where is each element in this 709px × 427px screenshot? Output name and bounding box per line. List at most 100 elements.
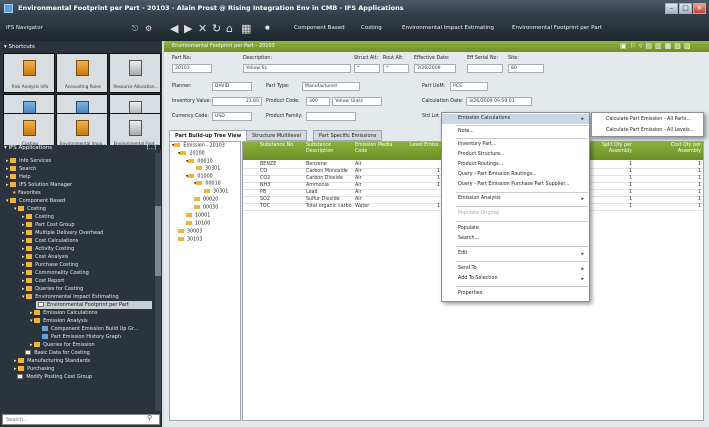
tree-node[interactable]: ▾ 20100 <box>178 151 205 158</box>
navigator-pin-icon[interactable]: ⎋ <box>132 22 138 36</box>
navigator-search-input[interactable]: Search... <box>2 414 160 425</box>
menu-item-query-purchase-supplier[interactable]: Query - Part Emission Purchase Part Supp… <box>442 180 589 190</box>
tree-node[interactable]: 30103 <box>178 237 202 244</box>
tree-node-root[interactable]: ▾ Emission - 20103 <box>172 143 225 150</box>
navigator-settings-icon[interactable]: ⚙ <box>145 22 152 36</box>
nav-item-info-services[interactable]: ▸ Info Services <box>6 157 51 165</box>
tab-part-buildup-tree[interactable]: Part Build-up Tree View <box>169 130 248 141</box>
grid-cell-desc[interactable]: Ammonia <box>306 182 352 189</box>
grid-cell-split[interactable]: 1 <box>592 196 632 203</box>
nav-item-favorites[interactable]: ★ Favorites <box>12 189 41 197</box>
description-field[interactable]: Yellow SL <box>243 64 351 73</box>
grid-cell-media[interactable]: Water <box>355 203 395 210</box>
grid-cell-desc[interactable]: Sulfur Dioxide <box>306 196 352 203</box>
grid-cell-cost[interactable]: 1 <box>655 182 701 189</box>
nav-item-environmental-impact[interactable]: ▾ Environmental Impact Estimating <box>22 293 119 301</box>
nav-item-component-based[interactable]: ▾ Component Based <box>6 197 65 205</box>
nav-item-component-emission[interactable]: Component Emission Build Up Gr... <box>42 325 138 333</box>
shortcut-resource-allocation[interactable]: Resource Allocation... <box>109 53 161 93</box>
grid-cell-cost[interactable]: 1 <box>655 161 701 168</box>
col-header-media-code[interactable]: Emission Media Code <box>355 143 397 155</box>
menu-item-inventory-part[interactable]: Inventory Part... <box>442 140 589 150</box>
nav-item-purchase-costing[interactable]: ▸ Purchase Costing <box>22 261 78 269</box>
nav-item-multiple-delivery[interactable]: ▸ Multiple Delivery Overhead <box>22 229 103 237</box>
nav-item-cost-calculations[interactable]: ▸ Cost Calculations <box>22 237 78 245</box>
grid-cell-cost[interactable]: 1 <box>655 196 701 203</box>
nav-item-manufacturing-standards[interactable]: ▸ Manufacturing Standards <box>14 357 90 365</box>
grid-cell-no[interactable]: NH3 <box>260 182 300 189</box>
grid-cell-no[interactable]: TOC <box>260 203 300 210</box>
search-icon[interactable]: ⚲ <box>147 414 152 422</box>
nav-item-purchasing[interactable]: ▸ Purchasing <box>14 365 54 373</box>
grid-cell-media[interactable]: Air <box>355 182 395 189</box>
grid-cell-split[interactable]: 1 <box>592 161 632 168</box>
col-header-cost-qty[interactable]: Cost Qty per Assembly <box>655 143 701 155</box>
col-header-level-emission[interactable]: Level Emiss... <box>410 143 443 149</box>
nav-item-cost-report[interactable]: ▸ Cost Report <box>22 277 64 285</box>
inventory-value-field[interactable]: 23.60 <box>212 97 262 106</box>
col-header-split-qty[interactable]: Split Qty per Assembly <box>592 143 632 155</box>
grid-icon[interactable]: ▦ <box>241 22 251 36</box>
grid-cell-media[interactable]: Air <box>355 196 395 203</box>
grid-cell-no[interactable]: CO <box>260 168 300 175</box>
tree-node[interactable]: ▾ 00010 <box>186 159 213 166</box>
nav-item-part-cost-group[interactable]: ▸ Part Cost Group <box>22 221 75 229</box>
nav-item-activity-costing[interactable]: ▸ Activity Costing <box>22 245 74 253</box>
nav-item-emission-analysis[interactable]: ▾ Emission Analysis <box>30 317 88 325</box>
grid-cell-cost[interactable]: 1 <box>655 168 701 175</box>
grid-cell-split[interactable]: 1 <box>592 175 632 182</box>
tab-environmental-footprint[interactable]: Environmental Footprint per Part <box>512 25 602 31</box>
menu-item-send-to[interactable]: Send To ▸ <box>442 264 589 274</box>
site-field[interactable]: 80 <box>508 64 544 73</box>
grid-cell-split[interactable]: 1 <box>592 189 632 196</box>
grid-cell-media[interactable]: Air <box>355 161 395 168</box>
tree-node[interactable]: 30301 <box>204 189 228 196</box>
product-code-field[interactable]: 300 <box>306 97 330 106</box>
shortcut-environmental-impact[interactable]: Environmental Impa... <box>56 113 108 149</box>
menu-item-note[interactable]: Note... <box>442 127 589 137</box>
nav-item-queries-emission[interactable]: ▸ Queries for Emission <box>30 341 95 349</box>
grid-cell-no[interactable]: SO2 <box>260 196 300 203</box>
grid-cell-media[interactable]: Air <box>355 175 395 182</box>
menu-item-add-to-selection[interactable]: Add To Selection ▸ <box>442 274 589 284</box>
grid-cell-desc[interactable]: Total organic carbo <box>306 203 352 210</box>
menu-item-properties[interactable]: Properties <box>442 289 589 299</box>
menu-item-calc-all-parts[interactable]: Calculate Part Emission - All Parts... <box>592 114 703 125</box>
grid-cell-desc[interactable]: Carbon Dioxide <box>306 175 352 182</box>
col-header-substance-no[interactable]: Substance No. <box>260 143 295 149</box>
close-window-button[interactable]: × <box>693 3 706 14</box>
menu-item-edit[interactable]: Edit ▸ <box>442 249 589 259</box>
minimize-button[interactable]: – <box>665 3 678 14</box>
rout-alt-field[interactable]: * <box>383 64 409 73</box>
forward-icon[interactable]: ▶ <box>184 22 192 36</box>
home-icon[interactable]: ⌂ <box>226 22 233 36</box>
tab-component-based[interactable]: Component Based <box>294 25 345 31</box>
grid-cell-desc[interactable]: Carbon Monoxide <box>306 168 352 175</box>
nav-item-help[interactable]: ▸ Help <box>6 173 31 181</box>
shortcut-costing[interactable]: Costing <box>3 113 55 149</box>
tree-node[interactable]: 30003 <box>178 229 202 236</box>
shortcut-accounting-rules[interactable]: Accounting Rules <box>56 53 108 93</box>
tab-structure-multilevel[interactable]: Structure Multilevel <box>246 130 307 141</box>
nav-item-costing[interactable]: ▾ Costing <box>14 205 46 213</box>
part-type-field[interactable]: Manufactured <box>302 82 360 91</box>
effective-date-field[interactable]: 3/26/2009 <box>414 64 456 73</box>
grid-cell-split[interactable]: 1 <box>592 203 632 210</box>
grid-cell-split[interactable]: 1 <box>592 182 632 189</box>
grid-cell-media[interactable]: Air <box>355 189 395 196</box>
tab-costing[interactable]: Costing <box>361 25 382 31</box>
product-code-desc-field[interactable]: Yellow Glass <box>332 97 382 106</box>
nav-item-part-emission-history[interactable]: Part Emission History Graph <box>42 333 121 341</box>
nav-item-cost-analysis[interactable]: ▸ Cost Analysis <box>22 253 68 261</box>
product-family-field[interactable] <box>306 112 356 121</box>
tree-node[interactable]: ▾ 01000 <box>186 174 213 181</box>
grid-cell-split[interactable]: 1 <box>592 168 632 175</box>
nav-item-emission-calculations[interactable]: ▸ Emission Calculations <box>30 309 97 317</box>
nav-item-costing-sub[interactable]: ▸ Costing <box>22 213 54 221</box>
tree-node[interactable]: 30301 <box>196 166 220 173</box>
tree-node[interactable]: 00020 <box>194 197 218 204</box>
menu-item-product-structure[interactable]: Product Structure... <box>442 150 589 160</box>
calc-date-field[interactable]: 3/26/2009 09:59:01 <box>466 97 532 106</box>
tab-environmental-impact[interactable]: Environmental Impact Estimating <box>402 25 494 31</box>
menu-item-calc-all-levels[interactable]: Calculate Part Emission - All Levels... <box>592 125 703 136</box>
